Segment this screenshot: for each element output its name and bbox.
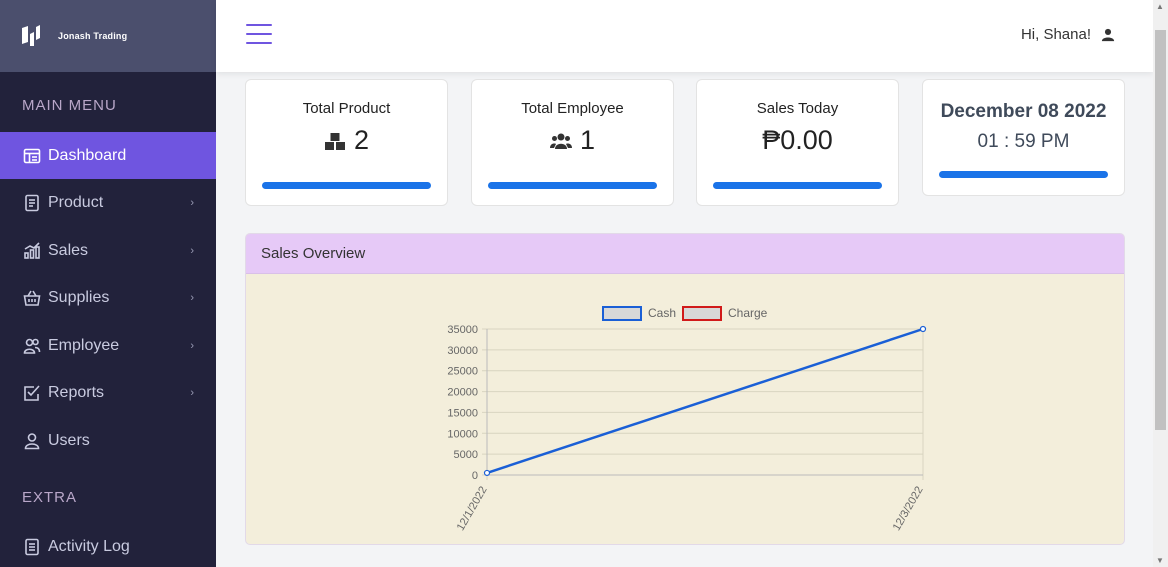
log-icon: [22, 537, 42, 557]
legend-label: Charge: [728, 306, 768, 320]
progress-bar: [262, 182, 431, 189]
y-tick-label: 25000: [447, 366, 478, 378]
sales-today-value: ₱0.00: [762, 125, 833, 155]
sidebar-item-sales[interactable]: Sales ›: [0, 227, 216, 274]
sales-chart: 0 5000 10000 15000 20000 25000 30000 35000 12/1/…: [447, 306, 927, 533]
card-value-row: ₱0.00: [697, 125, 898, 156]
current-time: 01 : 59 PM: [977, 131, 1070, 152]
legend-swatch: [602, 306, 642, 321]
y-tick-label: 10000: [447, 428, 478, 440]
progress-bar: [488, 182, 657, 189]
progress-bar: [939, 171, 1108, 178]
sidebar-item-supplies[interactable]: Supplies ›: [0, 274, 216, 321]
chevron-right-icon: ›: [190, 244, 194, 257]
series-line: [486, 327, 924, 475]
card-title: Total Product: [302, 100, 391, 117]
brand[interactable]: Jonash Trading: [0, 0, 216, 72]
x-tick-label: 12/3/2022: [891, 485, 926, 533]
data-point: [919, 325, 927, 333]
document-icon: [22, 193, 42, 213]
sidebar-item-employee[interactable]: Employee ›: [0, 322, 216, 369]
chevron-right-icon: ›: [190, 196, 194, 209]
sidebar-item-label: Activity Log: [48, 537, 130, 555]
y-tick-label: 20000: [447, 387, 478, 399]
legend-swatch: [682, 306, 722, 321]
sidebar-item-label: Sales: [48, 241, 89, 259]
sidebar-item-label: Reports: [48, 383, 105, 401]
logo-icon: [22, 25, 40, 46]
panel-header: Sales Overview: [246, 234, 1124, 274]
scroll-up-icon[interactable]: ▲: [1156, 2, 1164, 11]
panel-title: Sales Overview: [261, 245, 366, 262]
brand-name: Jonash Trading: [58, 31, 128, 41]
greeting-text: Hi, Shana!: [1020, 26, 1091, 43]
boxes-icon: [324, 132, 345, 150]
total-employee-value: 1: [579, 125, 596, 155]
total-product-card: Total Product 2: [245, 79, 448, 206]
data-point: [483, 469, 491, 477]
basket-icon: [22, 288, 42, 308]
sales-today-card: Sales Today ₱0.00: [696, 79, 899, 206]
user-greeting[interactable]: Hi, Shana!: [1021, 26, 1115, 43]
hamburger-menu-icon[interactable]: [246, 24, 272, 46]
dashboard-icon: [22, 146, 42, 166]
y-tick-label: 15000: [447, 407, 478, 419]
scroll-thumb[interactable]: [1155, 30, 1166, 430]
sidebar-item-reports[interactable]: Reports ›: [0, 369, 216, 416]
x-tick-label: 12/1/2022: [455, 485, 490, 533]
users-icon: [549, 133, 572, 149]
y-tick-label: 35000: [447, 324, 478, 336]
sidebar: Jonash Trading MAIN MENU Dashboard Produ…: [0, 0, 216, 567]
card-title: Total Employee: [521, 100, 624, 117]
main-menu-heading: MAIN MENU: [22, 97, 117, 114]
current-date: December 08 2022: [940, 101, 1107, 122]
sidebar-item-label: Users: [48, 431, 90, 449]
sidebar-item-label: Supplies: [48, 288, 110, 306]
sidebar-item-activity-log[interactable]: Activity Log: [0, 523, 216, 567]
card-title: Sales Today: [756, 100, 839, 117]
total-product-value: 2: [353, 125, 370, 155]
datetime-card: December 08 2022 01 : 59 PM: [922, 79, 1125, 196]
card-value-row: 1: [472, 125, 673, 156]
sidebar-item-dashboard[interactable]: Dashboard: [0, 132, 216, 179]
sidebar-item-label: Employee: [48, 336, 120, 354]
people-icon: [22, 336, 42, 356]
user-icon: [1101, 28, 1115, 41]
chevron-right-icon: ›: [190, 386, 194, 399]
scrollbar[interactable]: ▲ ▼: [1153, 0, 1168, 567]
checkbox-icon: [22, 383, 42, 403]
bar-chart-icon: [22, 241, 42, 261]
legend-label: Cash: [648, 306, 676, 320]
progress-bar: [713, 182, 882, 189]
chevron-right-icon: ›: [190, 339, 194, 352]
user-icon: [22, 431, 42, 451]
extra-heading: EXTRA: [22, 489, 78, 506]
total-employee-card: Total Employee 1: [471, 79, 674, 206]
sidebar-item-label: Product: [48, 193, 104, 211]
card-value-row: 2: [246, 125, 447, 156]
topbar: Hi, Shana!: [216, 0, 1153, 72]
chevron-right-icon: ›: [190, 291, 194, 304]
y-tick-label: 0: [472, 470, 478, 482]
sidebar-item-label: Dashboard: [48, 146, 127, 164]
sales-overview-panel: Sales Overview 0 5000 10000 15000 20000 25000…: [245, 233, 1125, 545]
sidebar-item-users[interactable]: Users: [0, 417, 216, 464]
y-tick-label: 5000: [454, 449, 478, 461]
scroll-down-icon[interactable]: ▼: [1156, 556, 1164, 565]
sidebar-item-product[interactable]: Product ›: [0, 179, 216, 226]
y-tick-label: 30000: [447, 345, 478, 357]
